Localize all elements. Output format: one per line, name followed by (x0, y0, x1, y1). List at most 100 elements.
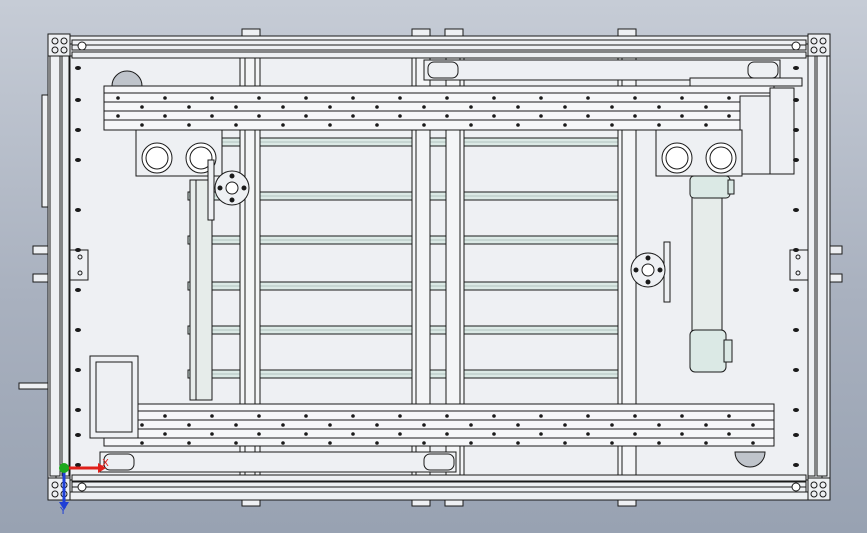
rail-bolt (328, 123, 332, 127)
rail-bolt (563, 123, 567, 127)
rail-bolt (586, 414, 590, 418)
rail-bolt (304, 114, 308, 118)
rail-bolt (727, 432, 731, 436)
rail-bolt (610, 105, 614, 109)
rail-bolt (727, 414, 731, 418)
rail-bolt (187, 441, 191, 445)
rail-bolt (375, 441, 379, 445)
rail-bolt (657, 441, 661, 445)
side-bolt (75, 328, 81, 332)
rail-bolt (281, 423, 285, 427)
rail-bolt (610, 423, 614, 427)
side-bolt (793, 128, 799, 132)
rail-bolt (633, 114, 637, 118)
rail-bolt (398, 432, 402, 436)
rail-bolt (704, 423, 708, 427)
rail-bolt (445, 432, 449, 436)
rail-bolt (704, 123, 708, 127)
rail-bolt (163, 414, 167, 418)
rail-bolt (610, 441, 614, 445)
rail-bolt (375, 423, 379, 427)
side-bolt (75, 128, 81, 132)
rail-bolt (422, 123, 426, 127)
rail-bolt (727, 114, 731, 118)
rail-bolt (304, 432, 308, 436)
side-bolt (75, 433, 81, 437)
rail-bolt (375, 105, 379, 109)
rail-bolt (704, 105, 708, 109)
rail-bolt (680, 414, 684, 418)
rail-bolt (633, 414, 637, 418)
rail-bolt (398, 96, 402, 100)
rail-bolt (328, 423, 332, 427)
rail-bolt (422, 441, 426, 445)
rail-bolt (140, 441, 144, 445)
rail-bolt (492, 414, 496, 418)
rail-bolt (328, 105, 332, 109)
rail-bolt (751, 423, 755, 427)
y-axis-label: Y (59, 506, 67, 517)
side-bolt (75, 208, 81, 212)
rail-bolt (492, 432, 496, 436)
rail-bolt (563, 423, 567, 427)
side-bolt (793, 368, 799, 372)
rail-bolt (422, 423, 426, 427)
rail-bolt (398, 114, 402, 118)
rail-bolt (351, 414, 355, 418)
side-bolt (793, 288, 799, 292)
rail-bolt (445, 114, 449, 118)
rail-bolt (304, 414, 308, 418)
rail-bolt (304, 96, 308, 100)
side-bolt (793, 158, 799, 162)
rail-bolt (234, 441, 238, 445)
rail-bolt (328, 441, 332, 445)
rail-bolt (516, 123, 520, 127)
side-bolt (75, 66, 81, 70)
motor-right-upper (689, 175, 735, 199)
rail-bolt (445, 414, 449, 418)
side-bolt (75, 288, 81, 292)
rail-bolt (257, 114, 261, 118)
rail-bolt (281, 123, 285, 127)
rail-bolt (657, 105, 661, 109)
rail-bolt (469, 105, 473, 109)
guide-rail-bottom (103, 403, 775, 447)
cad-viewport[interactable]: X Y (0, 0, 867, 533)
guide-rail-top (103, 85, 775, 131)
rail-bolt (234, 123, 238, 127)
x-axis-label: X (102, 458, 109, 469)
rail-bolt (586, 432, 590, 436)
side-bolt (75, 158, 81, 162)
side-bolt (793, 328, 799, 332)
rail-bolt (257, 96, 261, 100)
rail-bolt (351, 432, 355, 436)
rail-bolt (680, 114, 684, 118)
side-bolt (793, 433, 799, 437)
rail-bolt (516, 105, 520, 109)
rail-bolt (257, 432, 261, 436)
rail-bolt (210, 114, 214, 118)
side-bolt (75, 463, 81, 467)
rail-bolt (351, 96, 355, 100)
rail-bolt (210, 414, 214, 418)
side-bolt (793, 408, 799, 412)
rail-bolt (610, 123, 614, 127)
rail-bolt (375, 123, 379, 127)
rail-bolt (539, 414, 543, 418)
rail-bolt (187, 423, 191, 427)
rail-bolt (234, 423, 238, 427)
rail-bolt (563, 441, 567, 445)
rail-bolt (163, 114, 167, 118)
rail-bolt (751, 441, 755, 445)
rail-bolt (281, 105, 285, 109)
rail-bolt (257, 414, 261, 418)
rail-bolt (422, 105, 426, 109)
rail-bolt (516, 441, 520, 445)
rail-bolt (539, 432, 543, 436)
rail-bolt (281, 441, 285, 445)
rail-bolt (116, 96, 120, 100)
side-bolt (793, 66, 799, 70)
rail-bolt (492, 114, 496, 118)
rail-bolt (140, 123, 144, 127)
rail-bolt (657, 423, 661, 427)
